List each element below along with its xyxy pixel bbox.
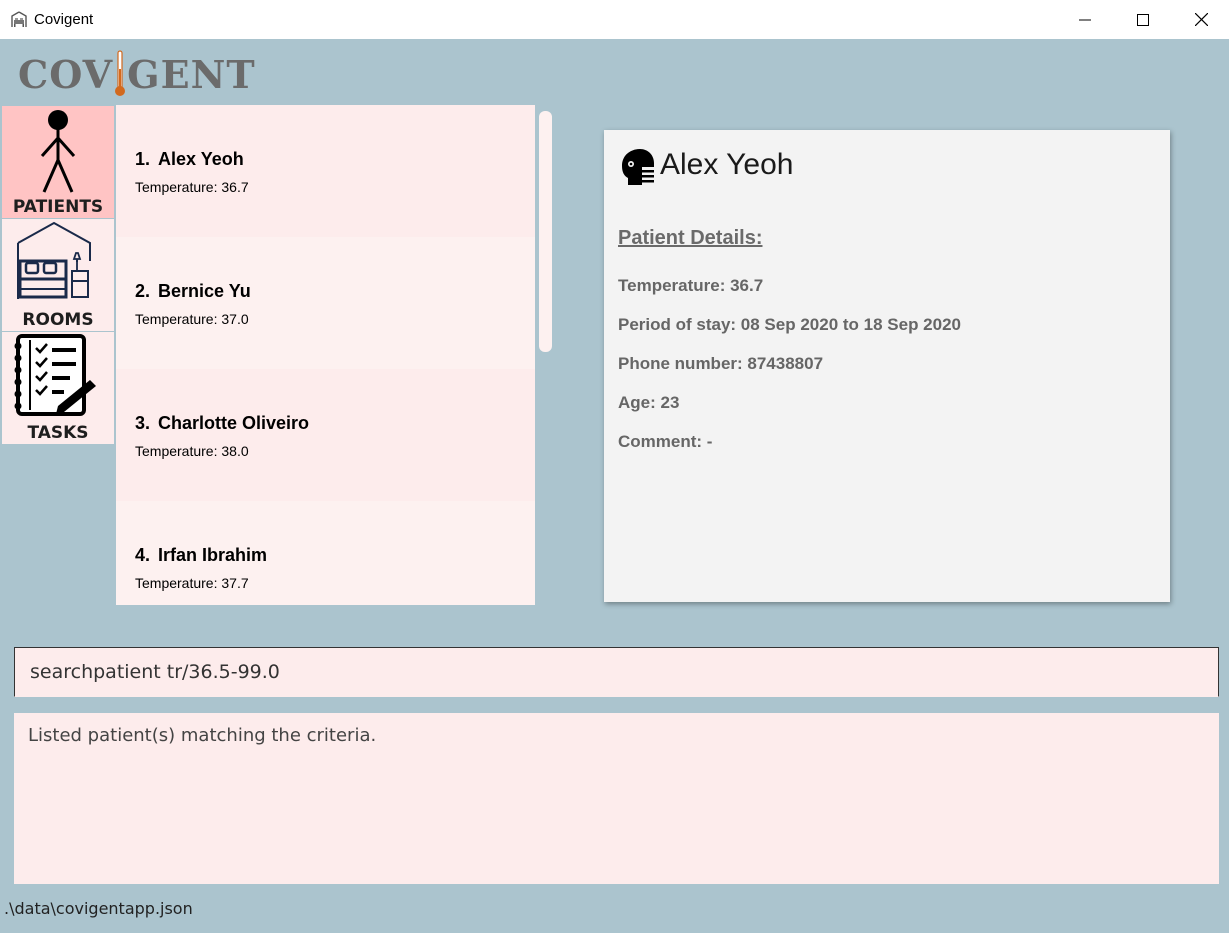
close-button[interactable] bbox=[1172, 0, 1229, 39]
detail-period: Period of stay: 08 Sep 2020 to 18 Sep 20… bbox=[618, 315, 961, 334]
patient-name: Irfan Ibrahim bbox=[158, 545, 268, 565]
minimize-icon bbox=[1079, 19, 1091, 20]
patient-index: 4. bbox=[135, 545, 151, 565]
title-bar: Covigent bbox=[0, 0, 1229, 39]
app-bed-icon bbox=[11, 11, 27, 27]
patient-detail-panel: Alex Yeoh Patient Details: Temperature: … bbox=[604, 130, 1170, 602]
patient-temperature: Temperature: 37.7 bbox=[135, 575, 249, 591]
patient-name: Alex Yeoh bbox=[158, 149, 244, 169]
patient-index: 3. bbox=[135, 413, 151, 433]
patient-name: Charlotte Oliveiro bbox=[158, 413, 310, 433]
detail-phone: Phone number: 87438807 bbox=[618, 354, 824, 373]
patient-name-row: 3. Charlotte Oliveiro bbox=[135, 413, 309, 434]
maximize-icon bbox=[1137, 13, 1149, 26]
minimize-button[interactable] bbox=[1056, 0, 1114, 39]
bed-icon bbox=[17, 221, 91, 299]
patient-temperature: Temperature: 36.7 bbox=[135, 179, 249, 195]
patient-card[interactable]: 3. Charlotte Oliveiro Temperature: 38.0 bbox=[116, 369, 535, 501]
status-bar-path: .\data\covigentapp.json bbox=[4, 899, 193, 918]
patient-card[interactable]: 2. Bernice Yu Temperature: 37.0 bbox=[116, 237, 535, 369]
person-icon bbox=[40, 110, 76, 193]
result-display: Listed patient(s) matching the criteria. bbox=[14, 713, 1219, 884]
detail-age: Age: 23 bbox=[618, 393, 680, 412]
patient-name-row: 2. Bernice Yu bbox=[135, 281, 251, 302]
detail-temperature: Temperature: 36.7 bbox=[618, 276, 764, 295]
tab-patients-label: PATIENTS bbox=[12, 197, 104, 217]
tab-rooms-label: ROOMS bbox=[22, 310, 94, 330]
patient-index: 1. bbox=[135, 149, 151, 169]
patient-temperature: Temperature: 38.0 bbox=[135, 443, 249, 459]
detail-section-title: Patient Details: bbox=[618, 227, 763, 249]
patient-index: 2. bbox=[135, 281, 151, 301]
thermometer-icon bbox=[115, 50, 126, 96]
patient-list[interactable]: 1. Alex Yeoh Temperature: 36.7 2. Bernice … bbox=[116, 105, 535, 605]
result-message: Listed patient(s) matching the criteria. bbox=[28, 725, 377, 746]
patient-name-row: 4. Irfan Ibrahim bbox=[135, 545, 267, 566]
tab-patients[interactable]: PATIENTS bbox=[2, 106, 114, 218]
command-input[interactable] bbox=[15, 648, 1218, 696]
tab-tasks[interactable]: TASKS bbox=[2, 332, 114, 444]
patient-card[interactable]: 4. Irfan Ibrahim Temperature: 37.7 bbox=[116, 501, 535, 605]
checklist-icon bbox=[14, 334, 96, 416]
tab-rooms[interactable]: ROOMS bbox=[2, 219, 114, 331]
patient-name-row: 1. Alex Yeoh bbox=[135, 149, 244, 170]
app-logo: COV GENT bbox=[18, 48, 256, 100]
command-box[interactable] bbox=[14, 647, 1219, 697]
detail-comment: Comment: - bbox=[618, 432, 713, 451]
patient-temperature: Temperature: 37.0 bbox=[135, 311, 249, 327]
close-icon bbox=[1194, 13, 1208, 26]
list-scrollbar[interactable] bbox=[539, 111, 552, 352]
tab-tasks-label: TASKS bbox=[27, 423, 89, 443]
patient-name: Bernice Yu bbox=[158, 281, 251, 301]
patient-card[interactable]: 1. Alex Yeoh Temperature: 36.7 bbox=[116, 105, 535, 237]
patient-head-icon bbox=[622, 149, 654, 185]
detail-patient-name: Alex Yeoh bbox=[660, 148, 794, 181]
logo-text-right: GENT bbox=[127, 51, 256, 97]
logo-text-left: COV bbox=[18, 51, 114, 97]
window-title: Covigent bbox=[34, 11, 94, 28]
maximize-button[interactable] bbox=[1114, 0, 1172, 39]
